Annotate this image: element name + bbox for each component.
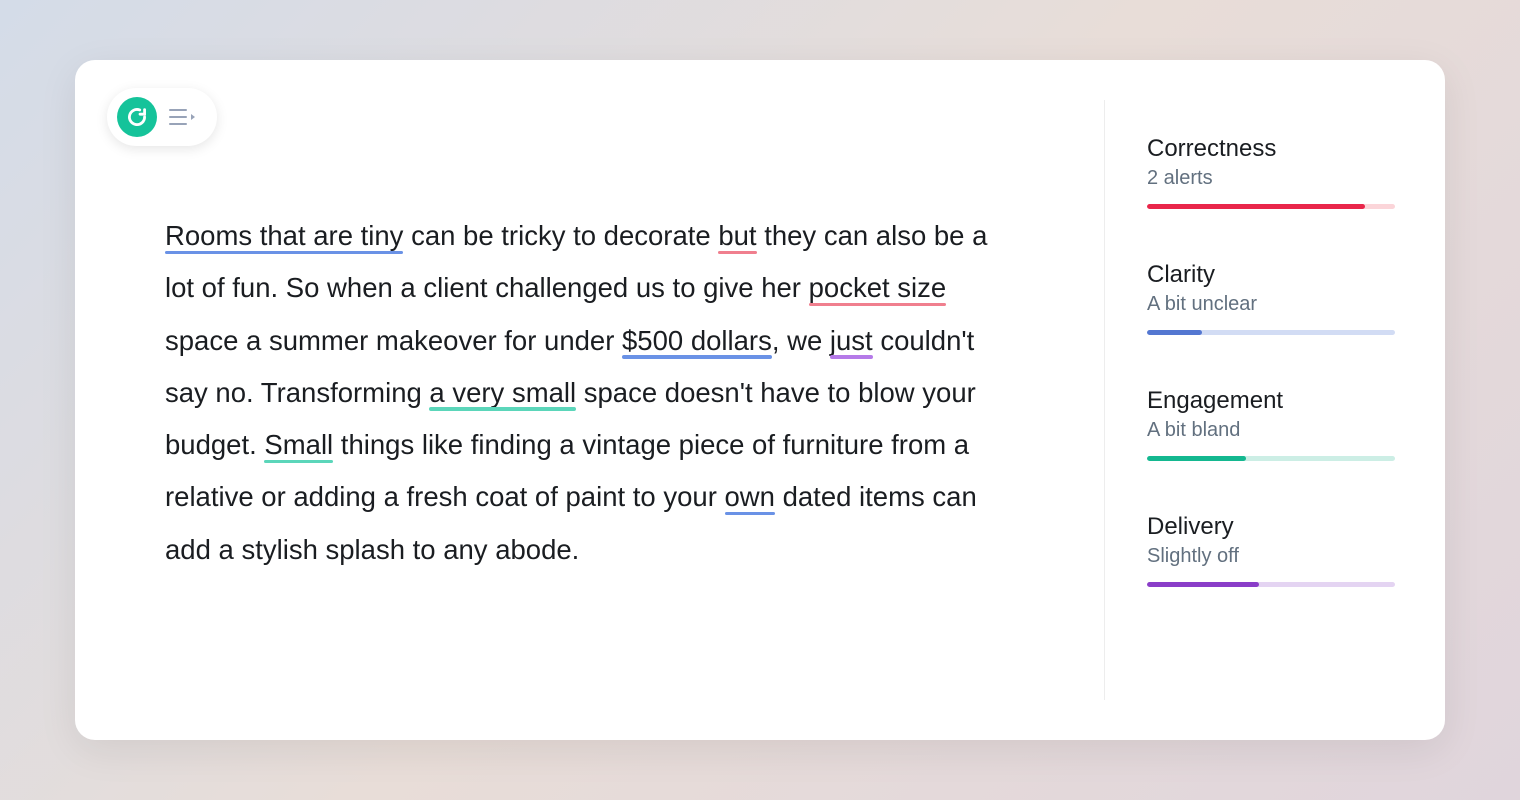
highlighted-phrase[interactable]: but — [718, 220, 756, 251]
metric-title: Delivery — [1147, 513, 1395, 541]
metric-title: Clarity — [1147, 261, 1395, 289]
metric-delivery[interactable]: Delivery Slightly off — [1147, 513, 1395, 587]
metric-engagement[interactable]: Engagement A bit bland — [1147, 387, 1395, 461]
metric-progress-bar — [1147, 456, 1395, 461]
editor-card: Rooms that are tiny can be tricky to dec… — [75, 60, 1445, 740]
highlighted-phrase[interactable]: $500 dollars — [622, 325, 772, 356]
text-run: , we — [772, 325, 830, 356]
sidebar-toggle-icon[interactable] — [167, 101, 199, 133]
highlighted-phrase[interactable]: just — [830, 325, 873, 356]
highlighted-phrase[interactable]: Rooms that are tiny — [165, 220, 403, 251]
highlighted-phrase[interactable]: own — [725, 481, 775, 512]
metric-progress-bar — [1147, 330, 1395, 335]
metric-progress-bar — [1147, 204, 1395, 209]
metric-subtitle: A bit unclear — [1147, 293, 1395, 316]
metric-subtitle: 2 alerts — [1147, 167, 1395, 190]
metric-correctness[interactable]: Correctness 2 alerts — [1147, 135, 1395, 209]
editor-text[interactable]: Rooms that are tiny can be tricky to dec… — [165, 210, 995, 576]
highlighted-phrase[interactable]: pocket size — [809, 272, 947, 303]
metric-subtitle: Slightly off — [1147, 545, 1395, 568]
toolbar-pill — [107, 88, 217, 146]
metric-title: Correctness — [1147, 135, 1395, 163]
metric-title: Engagement — [1147, 387, 1395, 415]
text-run: can be tricky to decorate — [403, 220, 718, 251]
text-run: space a summer makeover for under — [165, 325, 622, 356]
metric-subtitle: A bit bland — [1147, 419, 1395, 442]
metric-progress-bar — [1147, 582, 1395, 587]
metric-clarity[interactable]: Clarity A bit unclear — [1147, 261, 1395, 335]
highlighted-phrase[interactable]: a very small — [429, 377, 576, 408]
highlighted-phrase[interactable]: Small — [264, 429, 333, 460]
feedback-sidebar: Correctness 2 alerts Clarity A bit unclear E… — [1105, 60, 1445, 740]
grammarly-logo-icon[interactable] — [117, 97, 157, 137]
editor-pane: Rooms that are tiny can be tricky to dec… — [75, 60, 1104, 740]
